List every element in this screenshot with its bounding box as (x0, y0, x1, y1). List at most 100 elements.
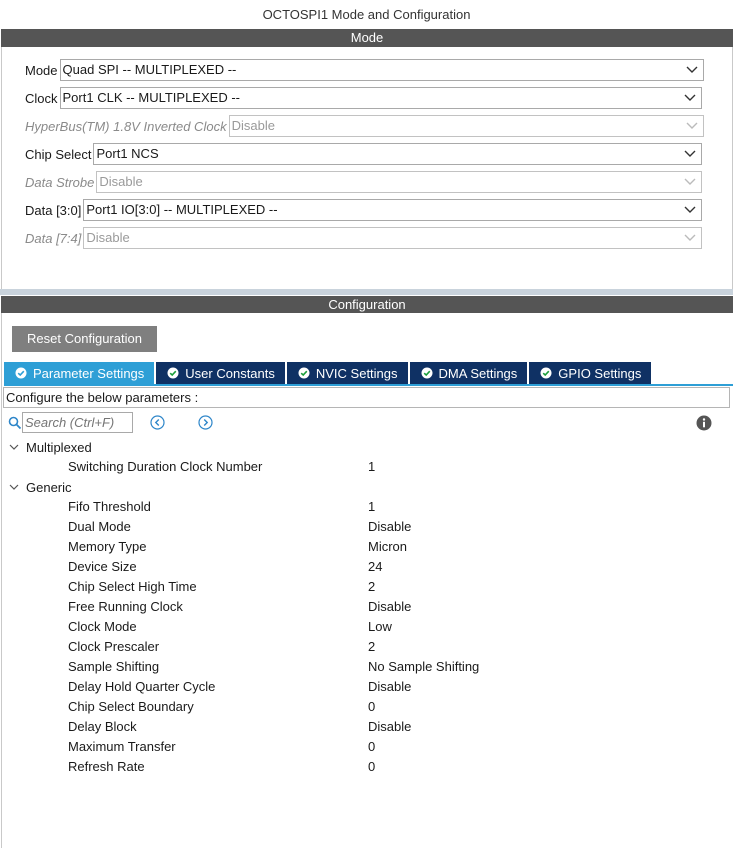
chevron-down-icon (686, 66, 698, 73)
param-row[interactable]: Switching Duration Clock Number 1 (0, 457, 733, 477)
param-value: 0 (368, 739, 376, 754)
param-name: Maximum Transfer (68, 739, 176, 754)
chip-select-select[interactable]: Port1 NCS (93, 143, 703, 165)
configure-hint: Configure the below parameters : (3, 387, 730, 408)
param-value: 24 (368, 559, 383, 574)
chevron-down-icon (684, 94, 696, 101)
tab-user-constants[interactable]: User Constants (156, 362, 285, 384)
param-name: Clock Mode (68, 619, 137, 634)
param-value: 1 (368, 459, 376, 474)
param-value: Disable (368, 679, 412, 694)
mode-label: Mode (25, 62, 58, 78)
param-value: 0 (368, 699, 376, 714)
param-value: No Sample Shifting (368, 659, 480, 674)
info-icon[interactable] (696, 415, 712, 431)
param-name: Free Running Clock (68, 599, 183, 614)
param-value: 0 (368, 759, 376, 774)
param-row[interactable]: Maximum Transfer 0 (0, 737, 733, 757)
tab-dma-settings[interactable]: DMA Settings (409, 362, 528, 384)
param-value: 2 (368, 639, 376, 654)
mode-row-data-7-4: Data [7:4] Disable (25, 227, 703, 249)
param-value: 2 (368, 579, 376, 594)
tab-gpio-settings[interactable]: GPIO Settings (529, 362, 652, 384)
group-generic[interactable]: Generic (8, 477, 72, 497)
param-name: Memory Type (68, 539, 147, 554)
chevron-down-icon (684, 178, 696, 185)
mode-row-data-3-0: Data [3:0] Port1 IO[3:0] -- MULTIPLEXED … (25, 199, 703, 221)
param-row[interactable]: Dual Mode Disable (0, 517, 733, 537)
check-circle-icon (167, 367, 179, 379)
hyperbus-select: Disable (228, 115, 704, 137)
param-row[interactable]: Free Running Clock Disable (0, 597, 733, 617)
clock-select-value: Port1 CLK -- MULTIPLEXED -- (62, 90, 240, 105)
param-row[interactable]: Delay Hold Quarter Cycle Disable (0, 677, 733, 697)
chip-select-value: Port1 NCS (96, 146, 159, 161)
check-circle-icon (421, 367, 433, 379)
param-row[interactable]: Chip Select Boundary 0 (0, 697, 733, 717)
mode-section-header: Mode (1, 29, 733, 47)
chevron-down-icon (684, 150, 696, 157)
mode-row-data-strobe: Data Strobe Disable (25, 171, 703, 193)
param-row[interactable]: Clock Prescaler 2 (0, 637, 733, 657)
param-row[interactable]: Chip Select High Time 2 (0, 577, 733, 597)
param-name: Clock Prescaler (68, 639, 160, 654)
param-name: Refresh Rate (68, 759, 145, 774)
param-row[interactable]: Refresh Rate 0 (0, 757, 733, 777)
window-title: OCTOSPI1 Mode and Configuration (262, 7, 471, 22)
mode-select-value: Quad SPI -- MULTIPLEXED -- (62, 62, 237, 77)
next-match-icon[interactable] (198, 415, 213, 430)
clock-select[interactable]: Port1 CLK -- MULTIPLEXED -- (59, 87, 702, 109)
check-circle-icon (15, 367, 27, 379)
hyperbus-select-value: Disable (231, 118, 275, 133)
data-7-4-label: Data [7:4] (25, 230, 82, 246)
previous-match-icon[interactable] (150, 415, 165, 430)
collapse-chevron-icon (9, 484, 19, 490)
check-circle-icon (540, 367, 552, 379)
panel-divider[interactable] (0, 289, 733, 295)
tab-bar: Parameter Settings User Constants NVIC S… (4, 362, 653, 384)
group-label: Generic (26, 479, 72, 495)
tab-label: DMA Settings (438, 365, 518, 381)
param-name: Switching Duration Clock Number (68, 459, 263, 474)
search-input[interactable] (22, 412, 133, 433)
param-name: Delay Hold Quarter Cycle (68, 679, 216, 694)
tab-nvic-settings[interactable]: NVIC Settings (286, 362, 408, 384)
mode-row-chip-select: Chip Select Port1 NCS (25, 143, 703, 165)
data-3-0-label: Data [3:0] (25, 202, 82, 218)
param-value: Low (368, 619, 392, 634)
mode-row-clock: Clock Port1 CLK -- MULTIPLEXED -- (25, 87, 702, 109)
param-row[interactable]: Delay Block Disable (0, 717, 733, 737)
data-7-4-select: Disable (83, 227, 703, 249)
tab-underline (4, 384, 733, 386)
param-row[interactable]: Memory Type Micron (0, 537, 733, 557)
param-value: Micron (368, 539, 408, 554)
param-value: Disable (368, 519, 412, 534)
param-name: Dual Mode (68, 519, 131, 534)
group-multiplexed[interactable]: Multiplexed (8, 437, 92, 457)
data-7-4-value: Disable (86, 230, 130, 245)
hyperbus-label: HyperBus(TM) 1.8V Inverted Clock (25, 118, 227, 134)
tab-parameter-settings[interactable]: Parameter Settings (4, 362, 155, 384)
tab-label: NVIC Settings (315, 365, 398, 381)
tab-label: User Constants (185, 365, 275, 381)
param-name: Delay Block (68, 719, 137, 734)
param-row[interactable]: Device Size 24 (0, 557, 733, 577)
mode-select[interactable]: Quad SPI -- MULTIPLEXED -- (59, 59, 704, 81)
chevron-down-icon (684, 234, 696, 241)
tab-label: Parameter Settings (33, 365, 145, 381)
mode-panel (1, 47, 733, 289)
param-value: Disable (368, 599, 412, 614)
data-strobe-label: Data Strobe (25, 174, 95, 190)
param-name: Fifo Threshold (68, 499, 151, 514)
data-strobe-select: Disable (96, 171, 703, 193)
data-3-0-select[interactable]: Port1 IO[3:0] -- MULTIPLEXED -- (83, 199, 703, 221)
param-value: 1 (368, 499, 376, 514)
param-name: Chip Select High Time (68, 579, 197, 594)
param-row[interactable]: Sample Shifting No Sample Shifting (0, 657, 733, 677)
param-row[interactable]: Fifo Threshold 1 (0, 497, 733, 517)
param-value: Disable (368, 719, 412, 734)
param-row[interactable]: Clock Mode Low (0, 617, 733, 637)
param-name: Device Size (68, 559, 137, 574)
reset-configuration-button[interactable]: Reset Configuration (12, 326, 157, 352)
data-strobe-value: Disable (99, 174, 143, 189)
